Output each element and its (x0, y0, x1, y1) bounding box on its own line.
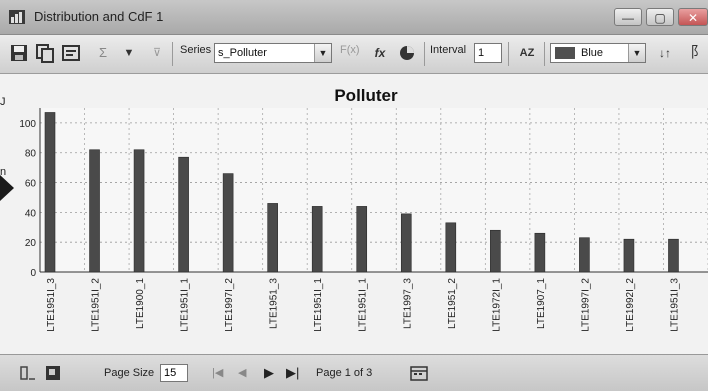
properties-icon[interactable] (60, 42, 82, 64)
x-tick-label: LTE1997I_2 (224, 278, 235, 332)
bar (356, 206, 368, 273)
arrow-right-icon (0, 175, 14, 201)
bar (267, 203, 278, 273)
formula-icon[interactable]: fx (370, 42, 390, 64)
chart-area: Polluter 0 20 40 60 80 100 LTE1951I_3 LTE1951I… (0, 74, 708, 354)
series-select[interactable]: s_Polluter ▼ (214, 43, 332, 63)
pie-chart-icon[interactable] (396, 42, 418, 64)
x-tick-label: LTE1951_2 (447, 278, 458, 329)
bar (668, 238, 679, 273)
bar (178, 156, 189, 273)
polluter-bar-chart: Polluter 020406080100 LTE1951I_3 LTE1951I… (19, 86, 708, 332)
y-tick-label: 100 (19, 119, 36, 130)
chevron-down-icon[interactable]: ▼ (628, 44, 645, 62)
calendar-icon[interactable] (410, 365, 428, 381)
toolbar-separator (544, 42, 545, 66)
toolbar-separator (172, 42, 173, 66)
interval-label: Interval (430, 44, 467, 56)
x-tick-label: LTE1951I_1 (180, 278, 191, 332)
bar (400, 213, 412, 273)
x-tick-label: LTE1997_3 (402, 278, 413, 329)
distribution-window: Distribution and CdF 1 — ▢ ✕ Σ ▼ ⊽ Serie… (0, 0, 708, 391)
x-tick-label: LTE1951I_1 (358, 278, 369, 332)
bar (579, 237, 590, 273)
color-select[interactable]: Blue ▼ (550, 43, 646, 63)
sum-icon[interactable]: Σ (92, 42, 114, 64)
x-tick-label: LTE1951I_2 (91, 278, 102, 332)
bar (222, 173, 234, 273)
bar (490, 229, 501, 273)
toolbar: Σ ▼ ⊽ Series s_Polluter ▼ F(x) fx Interv… (0, 35, 708, 74)
page-size-input[interactable]: 15 (160, 364, 188, 382)
x-tick-label: LTE1907_1 (536, 278, 547, 329)
fx-function-button[interactable]: F(x) (340, 44, 360, 56)
x-tick-label: LTE1900_1 (135, 278, 146, 329)
last-page-button[interactable]: ▶| (286, 365, 299, 381)
label-layer: LTE1951I_3 LTE1951I_2 LTE1900_1 LTE1951I_1 L… (46, 278, 680, 332)
save-icon[interactable] (8, 42, 30, 64)
toolbar-separator (424, 42, 425, 66)
y-tick-label: 0 (30, 268, 36, 279)
color-swatch (555, 47, 575, 59)
x-tick-label: LTE1951I_1 (313, 278, 324, 332)
bar (311, 206, 323, 273)
az-sort-button[interactable]: AZ (514, 42, 540, 64)
page-indicator: Page 1 of 3 (316, 367, 373, 379)
interval-input[interactable]: 1 (474, 43, 502, 63)
title-bar[interactable]: Distribution and CdF 1 — ▢ ✕ (0, 0, 708, 35)
filter-icon[interactable]: ▼ (118, 42, 140, 64)
next-page-button[interactable]: ▶ (264, 365, 274, 381)
page-size-label: Page Size (104, 367, 155, 379)
bar (89, 149, 100, 273)
chevron-down-icon[interactable]: ▼ (314, 44, 331, 62)
first-page-button[interactable]: |◀ (212, 365, 223, 381)
chart-settings-icon[interactable]: ⻏ (680, 42, 702, 64)
x-tick-label: LTE1972I_1 (491, 278, 502, 332)
x-tick-label: LTE1951I_3 (669, 278, 680, 332)
x-tick-label: LTE1992I_2 (625, 278, 636, 332)
export-icon[interactable] (44, 364, 64, 382)
y-tick-label: 40 (25, 208, 37, 219)
left-margin-mark: J (0, 96, 6, 108)
series-label: Series (180, 44, 212, 56)
bar (623, 238, 635, 273)
y-tick-label: 60 (25, 179, 37, 190)
bar (44, 112, 56, 273)
color-select-value: Blue (581, 47, 604, 59)
minimize-button[interactable]: — (614, 8, 642, 26)
sort-icon[interactable]: ↓↑ (654, 42, 676, 64)
chart-title: Polluter (334, 86, 398, 105)
close-button[interactable]: ✕ (678, 8, 708, 26)
grid-view-icon[interactable] (20, 365, 36, 381)
copy-icon[interactable] (34, 42, 56, 64)
status-bar: Page Size 15 |◀ ◀ ▶ ▶| Page 1 of 3 (0, 354, 708, 391)
y-tick-label: 20 (25, 238, 37, 249)
x-tick-label: LTE1997I_2 (580, 278, 591, 332)
filter-clear-icon[interactable]: ⊽ (146, 42, 168, 64)
prev-page-button[interactable]: ◀ (238, 365, 246, 381)
y-tick-label: 80 (25, 149, 37, 160)
window-title: Distribution and CdF 1 (34, 9, 164, 24)
bar (445, 222, 457, 273)
bar (133, 149, 145, 273)
toolbar-separator (508, 42, 509, 66)
series-select-value: s_Polluter (218, 47, 267, 59)
chart-app-icon (9, 10, 25, 24)
x-tick-label: LTE1951_3 (269, 278, 280, 329)
bar (534, 232, 546, 273)
x-tick-label: LTE1951I_3 (46, 278, 57, 332)
maximize-button[interactable]: ▢ (646, 8, 674, 26)
